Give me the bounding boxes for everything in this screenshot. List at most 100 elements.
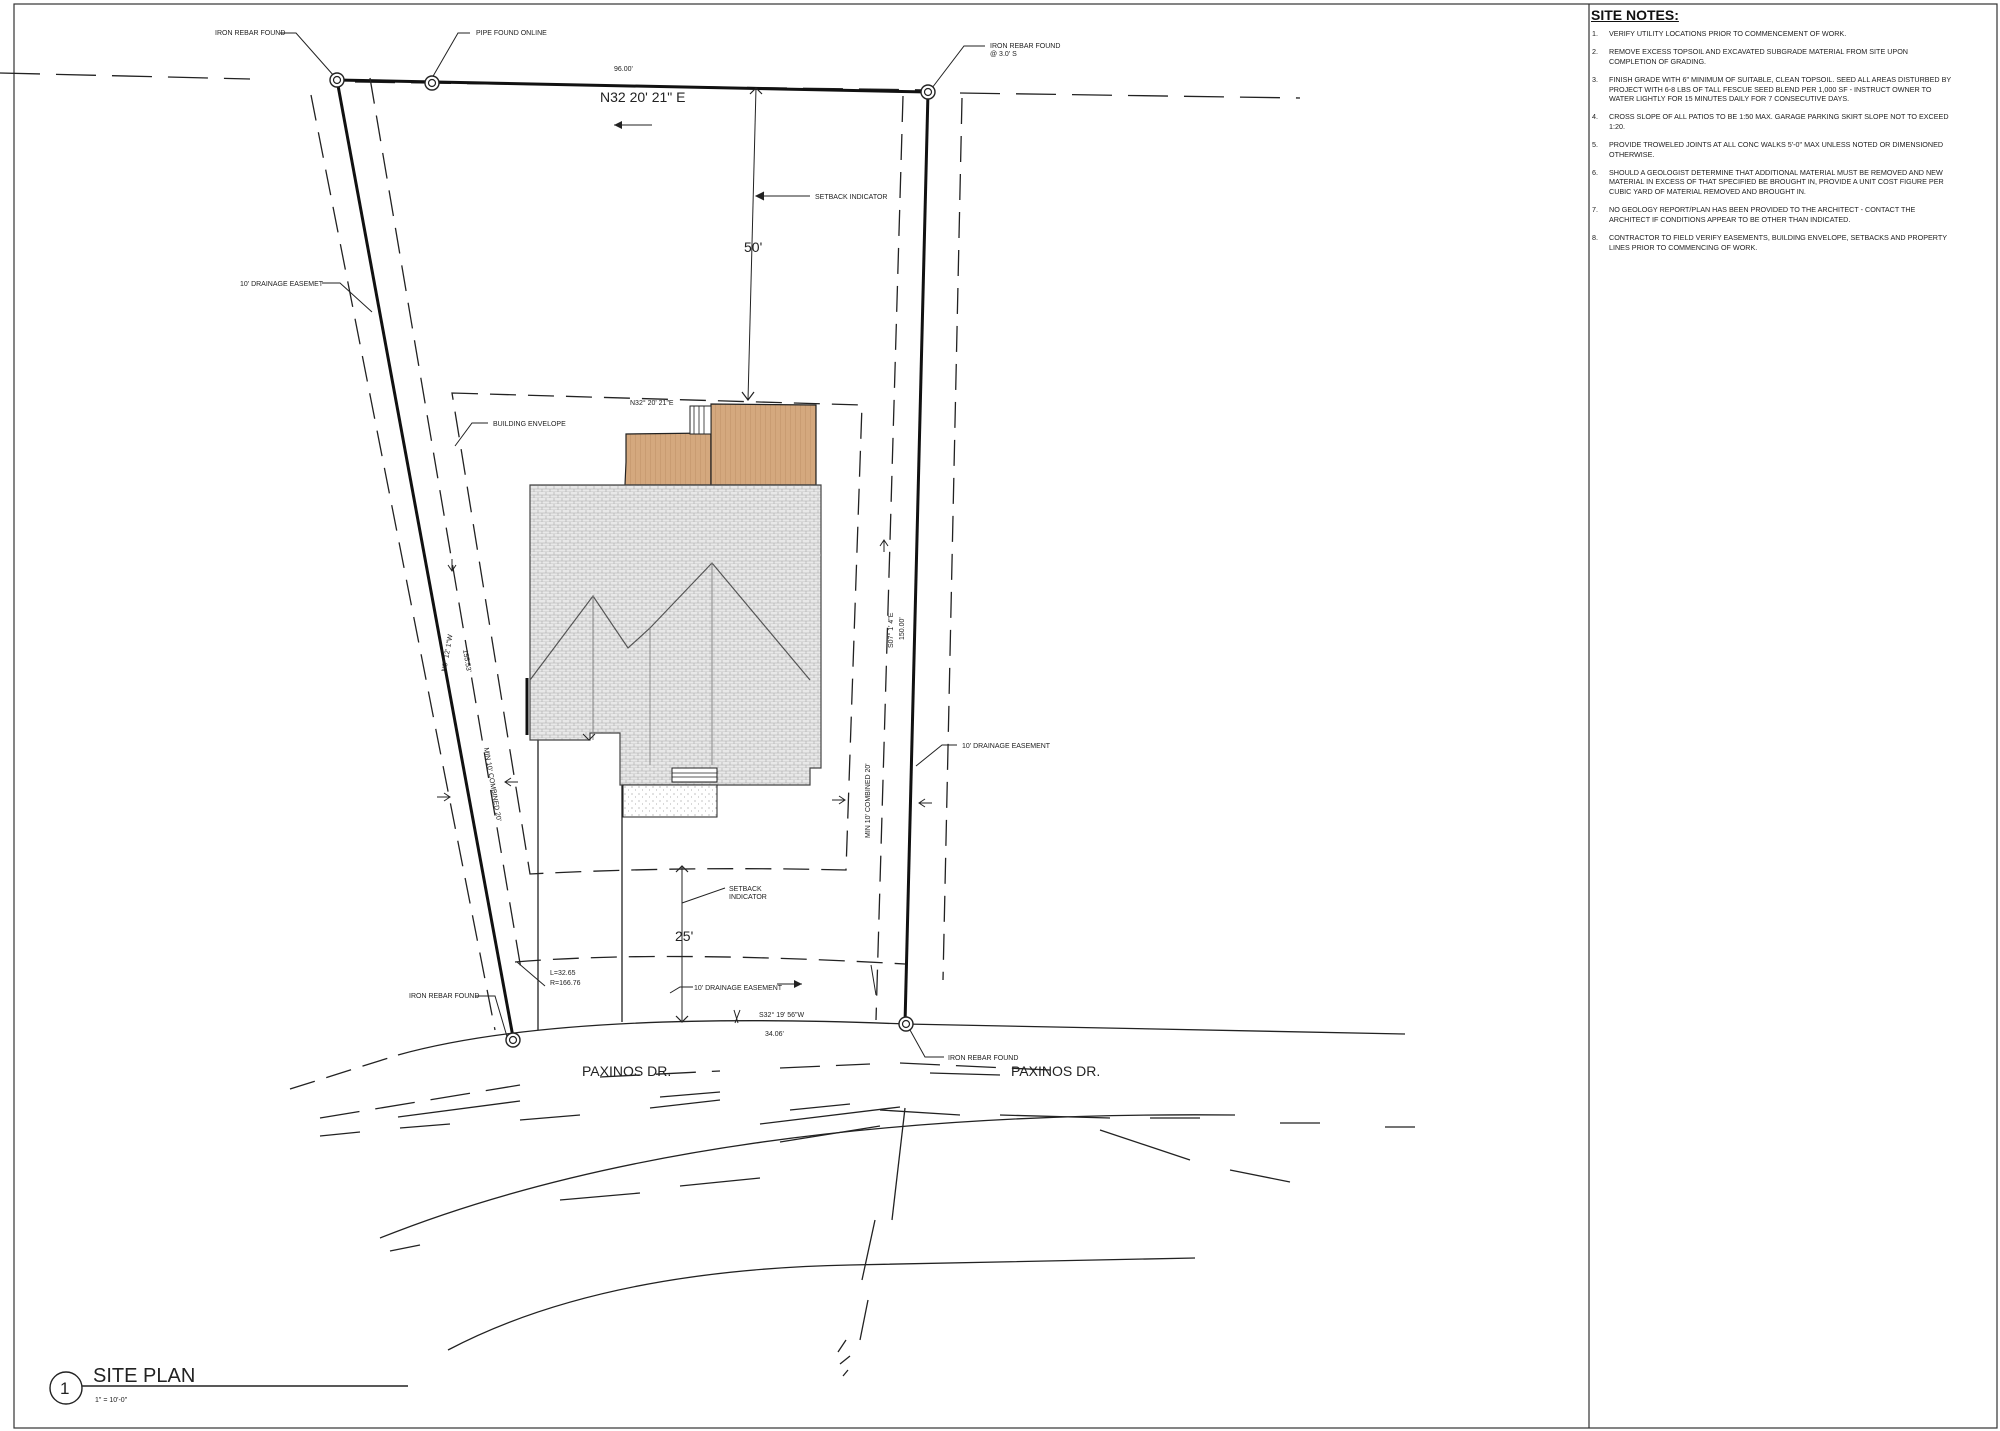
easement-east-outer	[942, 97, 963, 981]
front-walk	[622, 784, 718, 818]
west-side-arrow	[447, 559, 457, 572]
site-note-text: NO GEOLOGY REPORT/PLAN HAS BEEN PROVIDED…	[1609, 205, 1916, 224]
east-setback-arrow-2	[918, 798, 932, 808]
leader-iron-rebar-sw	[475, 995, 509, 1041]
road-hatch	[837, 1339, 851, 1377]
label-curve-length: L=32.65	[550, 970, 576, 977]
west-setback-arrow-2	[504, 777, 518, 787]
road-short-1	[389, 1244, 421, 1252]
site-note-text: SHOULD A GEOLOGIST DETERMINE THAT ADDITI…	[1609, 168, 1944, 196]
north-arrow-head	[614, 121, 622, 129]
site-note-text: CONTRACTOR TO FIELD VERIFY EASEMENTS, BU…	[1609, 233, 1947, 252]
label-iron-rebar-ne-2: @ 3.0' S	[990, 51, 1017, 58]
leader-iron-rebar-se	[909, 1029, 944, 1058]
road-centerline-dashed	[319, 1062, 1051, 1119]
label-east-bearing: S07° 1' 4"E	[887, 612, 895, 648]
label-north-distance: 96.00'	[614, 66, 633, 73]
east-setback-arrow-1	[832, 795, 846, 805]
leader-iron-rebar-ne	[931, 45, 985, 89]
label-west-side-setback: MIN 10' COMBINED 20'	[482, 747, 502, 822]
easement-east-inner	[875, 95, 904, 1021]
label-north-bearing: N32 20' 21" E	[600, 89, 685, 105]
label-west-distance: 155.53'	[461, 649, 472, 673]
setback-bottom-leader	[681, 887, 726, 904]
iron-rebar-nw-marker	[329, 72, 345, 88]
site-note-text: FINISH GRADE WITH 6" MINIMUM OF SUITABLE…	[1609, 75, 1952, 104]
iron-rebar-ne-marker	[920, 84, 936, 100]
easement-east-tick	[870, 964, 877, 996]
leader-iron-rebar-nw	[280, 32, 335, 77]
site-note-number: 2.	[1592, 47, 1598, 57]
leader-drainage-east	[915, 744, 957, 767]
deck-stairs	[689, 405, 712, 435]
drawing-scale: 1" = 10'-0"	[95, 1397, 128, 1404]
label-east-side-setback: MIN 10' COMBINED 20'	[865, 763, 872, 838]
site-note-number: 1.	[1592, 29, 1598, 38]
road-line-segment-4	[559, 1177, 761, 1201]
property-line-east	[903, 91, 930, 1025]
label-pipe-found: PIPE FOUND ONLINE	[476, 30, 547, 37]
site-note-text: CROSS SLOPE OF ALL PATIOS TO BE 1:50 MAX…	[1609, 112, 1949, 131]
label-south-bearing: S32° 19' 56"W	[759, 1011, 805, 1019]
south-arrow-head	[794, 980, 802, 988]
label-envelope-bearing: N32° 20' 21"E	[630, 399, 674, 407]
site-note-item: 6. SHOULD A GEOLOGIST DETERMINE THAT ADDI…	[1592, 168, 1952, 196]
label-drainage-east: 10' DRAINAGE EASEMENT	[962, 743, 1051, 750]
house-roof	[529, 484, 822, 786]
site-note-number: 6.	[1592, 168, 1598, 178]
label-setback-indicator-top: SETBACK INDICATOR	[815, 194, 887, 201]
rear-deck	[624, 432, 712, 486]
site-note-item: 7. NO GEOLOGY REPORT/PLAN HAS BEEN PROVID…	[1592, 205, 1952, 224]
road-curve-lower	[447, 1257, 1196, 1351]
label-setback-bottom-2: INDICATOR	[729, 894, 767, 901]
road-line-segment-3	[929, 1072, 1001, 1076]
label-iron-rebar-sw: IRON REBAR FOUND	[409, 993, 479, 1000]
site-note-number: 4.	[1592, 112, 1598, 122]
pipe-found-marker	[424, 75, 440, 91]
label-south-distance: 34.06'	[765, 1031, 784, 1038]
road-curve-line	[379, 1114, 1236, 1239]
site-note-text: PROVIDE TROWELED JOINTS AT ALL CONC WALK…	[1609, 140, 1944, 159]
label-setback-bottom-1: SETBACK	[729, 886, 762, 893]
easement-west-outer	[310, 94, 496, 1031]
front-steps	[671, 767, 718, 783]
label-building-envelope: BUILDING ENVELOPE	[493, 421, 566, 428]
road-diag-2	[759, 1106, 901, 1143]
label-curve-radius: R=166.76	[550, 980, 581, 987]
site-note-item: 3. FINISH GRADE WITH 6" MINIMUM OF SUITAB…	[1592, 75, 1952, 103]
road-line-segment-1	[397, 1100, 521, 1118]
site-note-item: 4. CROSS SLOPE OF ALL PATIOS TO BE 1:50 M…	[1592, 112, 1952, 131]
site-notes-list: 1. VERIFY UTILITY LOCATIONS PRIOR TO COMM…	[1592, 29, 1952, 261]
label-iron-rebar-ne-1: IRON REBAR FOUND	[990, 43, 1060, 50]
site-note-text: VERIFY UTILITY LOCATIONS PRIOR TO COMMEN…	[1609, 29, 1847, 38]
road-diag-1	[1099, 1129, 1291, 1183]
site-notes-title: SITE NOTES:	[1591, 7, 1679, 23]
site-note-number: 8.	[1592, 233, 1598, 243]
property-line-west	[335, 79, 515, 1038]
label-setback-50: 50'	[744, 239, 762, 255]
rear-deck-upper	[710, 403, 817, 486]
road-edge-west-dashed	[289, 1054, 399, 1090]
road-vertical-mark	[891, 1107, 906, 1221]
leader-building-envelope	[454, 422, 488, 447]
site-note-number: 3.	[1592, 75, 1598, 85]
west-setback-arrow-1	[437, 792, 451, 802]
leader-curve	[516, 961, 546, 987]
site-note-number: 7.	[1592, 205, 1598, 215]
drawing-title-block: 1 SITE PLAN 1" = 10'-0"	[49, 1365, 408, 1405]
label-setback-25: 25'	[675, 928, 693, 944]
drawing-number: 1	[60, 1379, 69, 1398]
label-drainage-south: 10' DRAINAGE EASEMENT	[694, 985, 783, 992]
road-line-segment-2	[659, 1091, 721, 1098]
road-vertical-mark-2	[859, 1219, 876, 1341]
label-drainage-west: 10' DRAINAGE EASEMET	[240, 281, 324, 288]
easement-west-inner	[369, 77, 523, 976]
label-iron-rebar-nw: IRON REBAR FOUND	[215, 30, 285, 37]
label-road-west: PAXINOS DR.	[582, 1063, 671, 1079]
label-iron-rebar-se: IRON REBAR FOUND	[948, 1055, 1018, 1062]
label-road-east: PAXINOS DR.	[1011, 1063, 1100, 1079]
site-note-item: 5. PROVIDE TROWELED JOINTS AT ALL CONC WA…	[1592, 140, 1952, 159]
label-east-distance: 150.00'	[899, 617, 906, 640]
iron-rebar-se-marker	[898, 1016, 914, 1032]
drawing-title: SITE PLAN	[93, 1365, 195, 1387]
